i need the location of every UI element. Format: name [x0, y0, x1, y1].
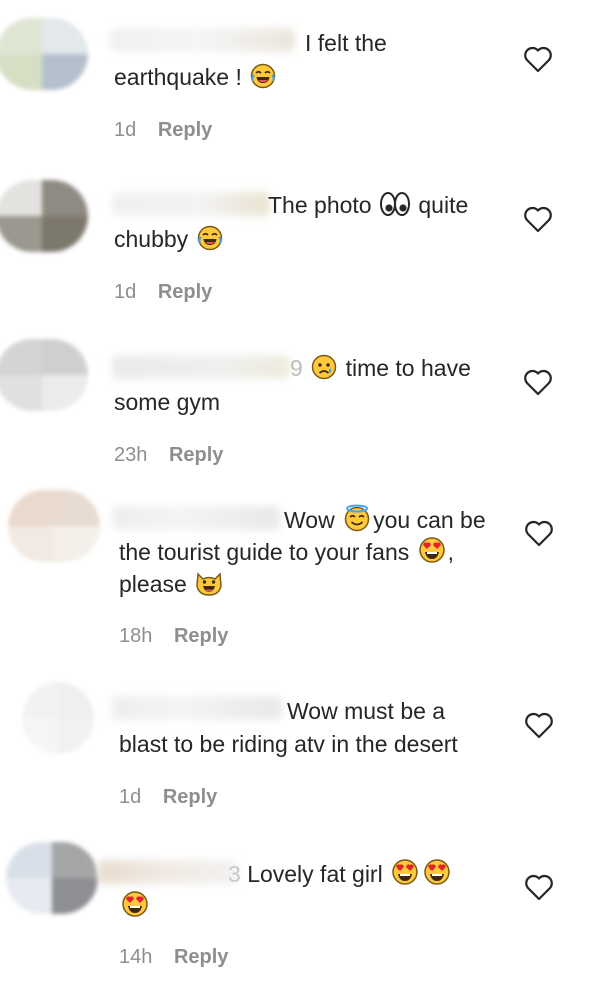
heart-outline-icon[interactable] [523, 710, 555, 740]
reply-button[interactable]: Reply [158, 281, 212, 303]
comment-timestamp: 1d [119, 786, 142, 808]
avatar[interactable] [0, 18, 88, 90]
comment-timestamp: 1d [114, 281, 137, 303]
comment-text: Wow must be a [287, 698, 446, 724]
comment-text: please [119, 568, 225, 599]
username-blurred[interactable] [112, 506, 280, 530]
comment-text: some gym [114, 389, 221, 415]
avatar[interactable] [0, 180, 88, 252]
comment-meta: 14h Reply [119, 945, 228, 969]
avatar[interactable] [8, 490, 100, 562]
comment-meta: 1d Reply [119, 785, 217, 809]
comment-meta: 18h Reply [119, 624, 228, 648]
tears-of-joy-emoji [251, 63, 276, 89]
comment-text: 3 Lovely fat girl [228, 858, 453, 889]
halo-emoji [344, 504, 370, 532]
comment-text: 9 time to have [290, 354, 471, 381]
username-blurred[interactable] [112, 355, 290, 379]
username-blurred[interactable] [112, 696, 282, 720]
avatar[interactable] [6, 842, 98, 914]
username-blurred[interactable] [98, 860, 238, 884]
comment-meta: 1d Reply [114, 118, 212, 142]
sad-relieved-emoji [311, 354, 337, 380]
tears-of-joy-emoji [197, 225, 222, 251]
avatar[interactable] [22, 682, 94, 754]
heart-outline-icon[interactable] [523, 872, 555, 902]
comments-list: I felt the earthquake ! 1d Reply The pho… [0, 0, 600, 985]
reply-button[interactable]: Reply [158, 119, 212, 141]
grinning-cat-emoji [196, 572, 222, 596]
comment-text: chubby [114, 224, 225, 254]
heart-eyes-emoji [392, 859, 418, 885]
comment-timestamp: 18h [119, 625, 153, 647]
heart-eyes-emoji [122, 891, 148, 917]
comment-timestamp: 23h [114, 444, 148, 466]
comment-timestamp: 14h [119, 946, 153, 968]
heart-outline-icon[interactable] [522, 44, 554, 74]
heart-outline-icon[interactable] [522, 204, 554, 234]
comment-text: the tourist guide to your fans , [119, 536, 454, 567]
comment-timestamp: 1d [114, 119, 137, 141]
comment-text: blast to be riding atv in the desert [119, 731, 458, 757]
username-blurred[interactable] [112, 192, 270, 216]
reply-button[interactable]: Reply [163, 786, 217, 808]
comment-text: The photo quite [268, 192, 469, 218]
heart-eyes-emoji [418, 537, 445, 563]
eyes-emoji [379, 192, 410, 216]
reply-button[interactable]: Reply [169, 444, 223, 466]
username-blurred[interactable] [110, 28, 295, 52]
heart-outline-icon[interactable] [523, 518, 555, 548]
comment-text: I felt the [305, 30, 387, 56]
reply-button[interactable]: Reply [174, 946, 228, 968]
comment-text: earthquake ! [114, 62, 278, 92]
heart-eyes-emoji [424, 859, 450, 885]
avatar[interactable] [0, 339, 88, 411]
reply-button[interactable]: Reply [174, 625, 228, 647]
comment-text [119, 890, 151, 921]
comment-text: Wow you can be [284, 504, 486, 535]
heart-outline-icon[interactable] [522, 367, 554, 397]
comment-meta: 1d Reply [114, 280, 212, 304]
comment-meta: 23h Reply [114, 443, 223, 467]
